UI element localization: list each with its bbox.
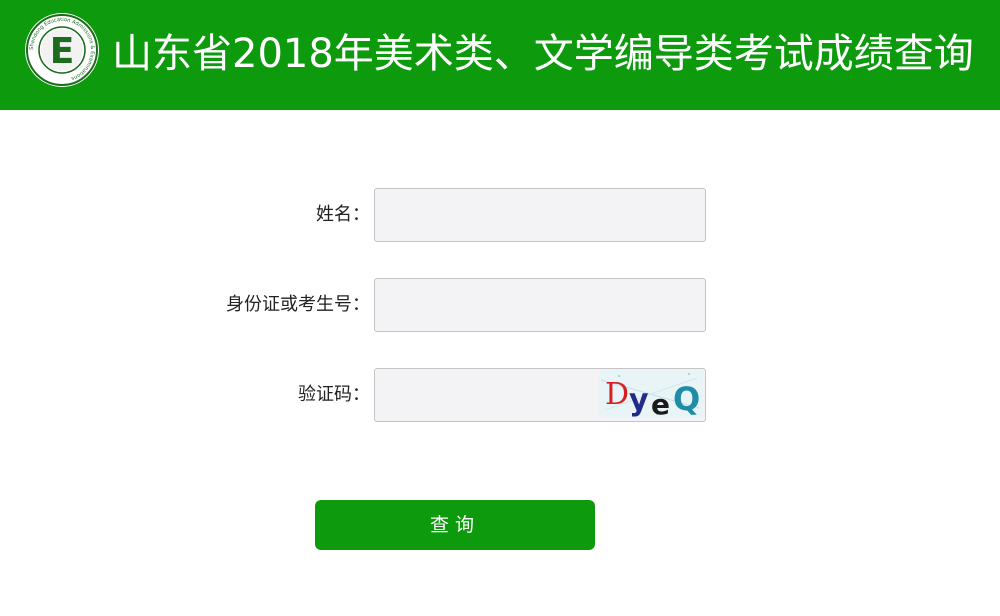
captcha-char: y: [629, 383, 649, 418]
query-button[interactable]: 查询: [315, 500, 595, 550]
logo-letter: E: [50, 31, 75, 72]
name-label: 姓名：: [316, 204, 370, 225]
captcha-char: e: [651, 388, 670, 418]
id-number-input[interactable]: [374, 278, 706, 332]
captcha-char: Q: [673, 380, 700, 418]
captcha-char: D: [605, 377, 629, 412]
captcha-label: 验证码：: [298, 384, 370, 405]
name-row: 姓名：: [0, 188, 1000, 242]
id-label: 身份证或考生号：: [226, 294, 370, 315]
id-row: 身份证或考生号：: [0, 278, 1000, 332]
header-bar: Shandong Education Admissions & Examinat…: [0, 0, 1000, 110]
name-input[interactable]: [374, 188, 706, 242]
page-title: 山东省2018年美术类、文学编导类考试成绩查询: [112, 31, 974, 77]
captcha-row: 验证码： D y e Q: [0, 368, 1000, 422]
exam-institute-logo-icon: Shandong Education Admissions & Examinat…: [24, 12, 100, 88]
captcha-image[interactable]: D y e Q: [599, 370, 703, 418]
